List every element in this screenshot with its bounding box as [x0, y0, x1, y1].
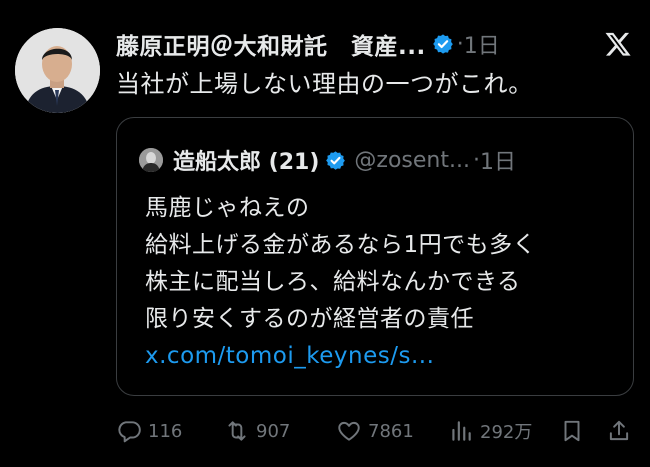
retweet-icon [228, 421, 246, 441]
bookmark-button[interactable] [559, 416, 585, 446]
quoted-text-line: 給料上げる金があるなら1円でも多く [145, 232, 537, 258]
retweet-count: 907 [256, 420, 291, 442]
tweet[interactable]: 藤原正明＠大和財託 資産... · 1日 当社が上場しない理由の一つがこれ。 造… [0, 0, 650, 467]
quoted-time[interactable]: 1日 [480, 144, 516, 176]
action-bar: 116 907 7861 292万 [116, 416, 636, 446]
retweet-button[interactable]: 907 [224, 416, 290, 446]
quoted-text-line: 馬鹿じゃねえの [145, 195, 310, 221]
quoted-author-name[interactable]: 造船太郎 (21) [173, 144, 319, 176]
author-avatar[interactable] [15, 28, 100, 113]
tweet-text: 当社が上場しない理由の一つがこれ。 [116, 70, 533, 98]
separator-dot: · [456, 31, 464, 57]
author-name[interactable]: 藤原正明＠大和財託 資産... [116, 27, 426, 61]
quoted-link[interactable]: x.com/tomoi_keynes/s... [145, 338, 536, 375]
quoted-author-handle[interactable]: @zosent... [354, 148, 470, 173]
quoted-author-avatar[interactable] [139, 148, 163, 172]
share-button[interactable] [606, 416, 632, 446]
reply-icon [118, 421, 141, 443]
share-icon [609, 420, 629, 441]
quoted-text: 馬鹿じゃねえの 給料上げる金があるなら1円でも多く 株主に配当しろ、給料なんかで… [145, 190, 536, 375]
separator-dot: · [472, 147, 480, 173]
like-count: 7861 [368, 420, 414, 442]
views-count: 292万 [480, 422, 533, 443]
reply-button[interactable]: 116 [116, 416, 182, 446]
heart-icon [338, 421, 360, 441]
x-logo-icon[interactable] [604, 30, 632, 58]
like-button[interactable]: 7861 [336, 416, 414, 446]
verified-badge-icon [432, 34, 453, 54]
tweet-header: 藤原正明＠大和財託 資産... · 1日 [116, 26, 632, 62]
reply-count: 116 [148, 420, 183, 442]
views-icon [452, 421, 471, 441]
quoted-tweet[interactable]: 造船太郎 (21) @zosent... · 1日 馬鹿じゃねえの 給料上げる金… [116, 117, 634, 396]
bookmark-icon [564, 420, 580, 442]
views-button[interactable]: 292万 [448, 416, 532, 446]
quoted-header: 造船太郎 (21) @zosent... · 1日 [139, 144, 516, 176]
quoted-text-line: 株主に配当しろ、給料なんかできる [145, 269, 521, 295]
verified-badge-icon [326, 150, 346, 170]
tweet-time[interactable]: 1日 [464, 28, 500, 60]
quoted-text-line: 限り安くするのが経営者の責任 [145, 306, 474, 332]
